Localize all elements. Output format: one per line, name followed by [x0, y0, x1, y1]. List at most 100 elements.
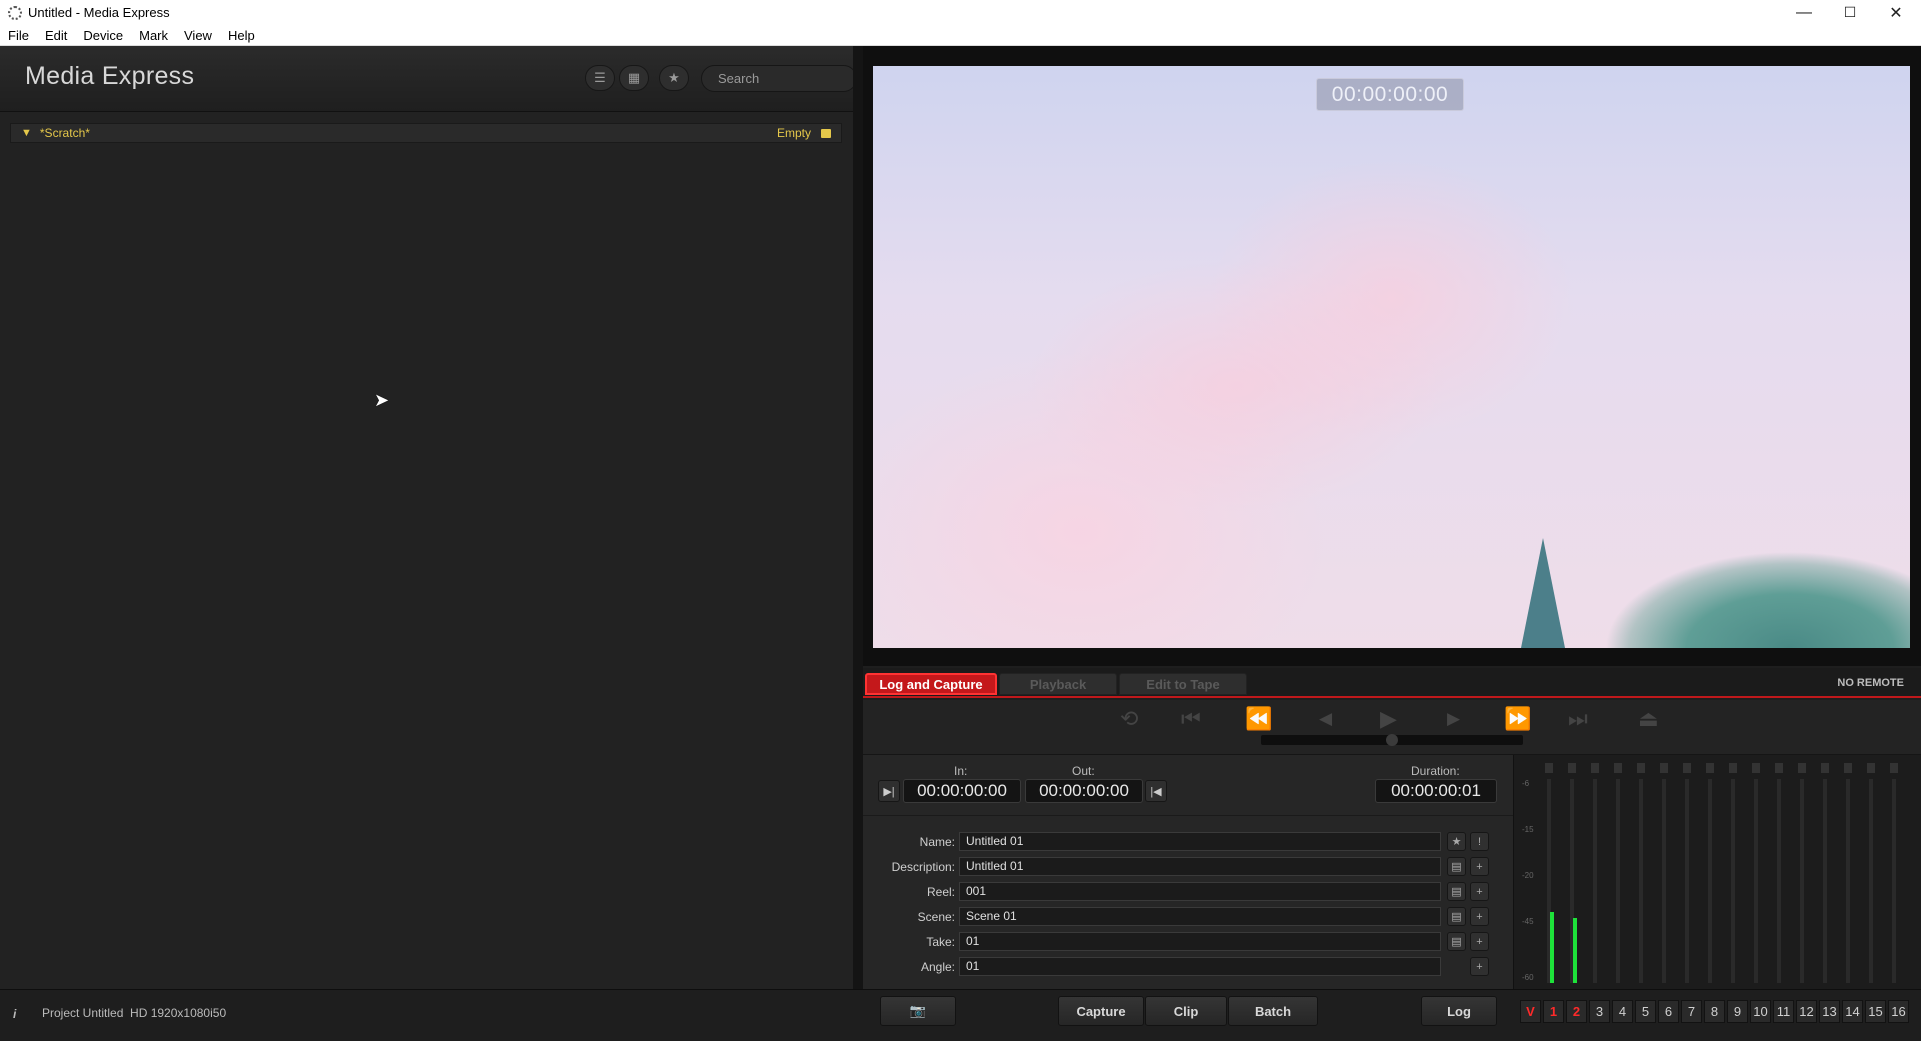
- meter-peak-cap: [1890, 763, 1898, 773]
- fast-forward-icon[interactable]: ⏩: [1504, 706, 1531, 732]
- loop-icon[interactable]: ⟲: [1120, 706, 1138, 732]
- in-timecode[interactable]: 00:00:00:00: [903, 779, 1021, 803]
- angle-label: Angle:: [920, 960, 955, 974]
- jog-shuttle-slider[interactable]: [1261, 734, 1523, 746]
- meter-peak-cap: [1844, 763, 1852, 773]
- take-label: Take:: [926, 935, 955, 949]
- channel-toggle-4[interactable]: 4: [1612, 1000, 1633, 1023]
- description-list-icon[interactable]: ▤: [1447, 857, 1466, 876]
- minimize-button[interactable]: —: [1781, 0, 1827, 25]
- channel-toggle-15[interactable]: 15: [1865, 1000, 1886, 1023]
- go-to-end-icon[interactable]: ⏭: [1568, 706, 1588, 732]
- take-list-icon[interactable]: ▤: [1447, 932, 1466, 951]
- meter-peak-cap: [1798, 763, 1806, 773]
- close-button[interactable]: ✕: [1873, 0, 1919, 25]
- panel-divider[interactable]: [853, 46, 863, 989]
- name-field[interactable]: Untitled 01: [959, 832, 1441, 851]
- meter-track: [1685, 779, 1689, 983]
- rewind-icon[interactable]: ⏪: [1245, 706, 1272, 732]
- title-bar: Untitled - Media Express — ☐ ✕: [0, 0, 1921, 25]
- menu-edit[interactable]: Edit: [37, 28, 75, 43]
- scene-field[interactable]: Scene 01: [959, 907, 1441, 926]
- in-label: In:: [954, 764, 968, 778]
- clip-button[interactable]: Clip: [1145, 996, 1227, 1026]
- channel-toggle-9[interactable]: 9: [1727, 1000, 1748, 1023]
- channel-toggle-7[interactable]: 7: [1681, 1000, 1702, 1023]
- meter-track: [1547, 779, 1554, 983]
- reel-field[interactable]: 001: [959, 882, 1441, 901]
- out-timecode[interactable]: 00:00:00:00: [1025, 779, 1143, 803]
- mark-out-icon[interactable]: |◀: [1145, 780, 1167, 802]
- meter-peak-cap: [1637, 763, 1645, 773]
- audio-meter-channel: [1659, 763, 1669, 983]
- play-icon[interactable]: ▶: [1380, 706, 1397, 732]
- bin-row-scratch[interactable]: ▼ *Scratch* Empty: [10, 123, 842, 143]
- eject-icon[interactable]: ⏏: [1638, 706, 1659, 732]
- scene-add-icon[interactable]: +: [1470, 907, 1489, 926]
- thumbnail-view-icon[interactable]: ▦: [619, 65, 649, 91]
- step-back-icon[interactable]: ◀: [1319, 709, 1332, 729]
- name-flag-icon[interactable]: !: [1470, 832, 1489, 851]
- tab-log-and-capture[interactable]: Log and Capture: [865, 673, 997, 695]
- channel-toggle-13[interactable]: 13: [1819, 1000, 1840, 1023]
- menu-help[interactable]: Help: [220, 28, 263, 43]
- media-browser-header: Media Express ☰ ▦ ★ Search: [0, 46, 857, 112]
- menu-file[interactable]: File: [0, 28, 37, 43]
- audio-meter-channel: [1889, 763, 1899, 983]
- step-forward-icon[interactable]: ▶: [1447, 709, 1460, 729]
- favorites-star-icon[interactable]: ★: [659, 65, 689, 91]
- angle-add-icon[interactable]: +: [1470, 957, 1489, 976]
- channel-toggle-11[interactable]: 11: [1773, 1000, 1794, 1023]
- log-button[interactable]: Log: [1421, 996, 1497, 1026]
- info-icon[interactable]: i: [13, 1007, 25, 1021]
- log-panel: In: ▶| 00:00:00:00 Out: 00:00:00:00 |◀ D…: [863, 755, 1513, 989]
- audio-meter-channel: [1820, 763, 1830, 983]
- tab-playback[interactable]: Playback: [999, 673, 1117, 695]
- meter-track: [1777, 779, 1781, 983]
- channel-toggle-14[interactable]: 14: [1842, 1000, 1863, 1023]
- disclosure-triangle-icon[interactable]: ▼: [21, 127, 32, 139]
- snapshot-camera-icon[interactable]: 📷: [880, 996, 956, 1026]
- channel-toggle-10[interactable]: 10: [1750, 1000, 1771, 1023]
- reel-label: Reel:: [926, 885, 955, 899]
- angle-field[interactable]: 01: [959, 957, 1441, 976]
- jog-knob[interactable]: [1386, 734, 1398, 746]
- channel-toggle-1[interactable]: 1: [1543, 1000, 1564, 1023]
- reel-add-icon[interactable]: +: [1470, 882, 1489, 901]
- capture-button[interactable]: Capture: [1058, 996, 1144, 1026]
- meter-track: [1593, 779, 1597, 983]
- name-favorite-star-icon[interactable]: ★: [1447, 832, 1466, 851]
- tab-edit-to-tape[interactable]: Edit to Tape: [1119, 673, 1247, 695]
- go-to-start-icon[interactable]: ⏮: [1181, 706, 1201, 732]
- meter-level: [1573, 917, 1577, 983]
- audio-meter-channel: [1705, 763, 1715, 983]
- take-field[interactable]: 01: [959, 932, 1441, 951]
- batch-button[interactable]: Batch: [1228, 996, 1318, 1026]
- channel-toggle-12[interactable]: 12: [1796, 1000, 1817, 1023]
- channel-toggle-6[interactable]: 6: [1658, 1000, 1679, 1023]
- mark-in-icon[interactable]: ▶|: [878, 780, 900, 802]
- menu-view[interactable]: View: [176, 28, 220, 43]
- reel-list-icon[interactable]: ▤: [1447, 882, 1466, 901]
- menu-device[interactable]: Device: [75, 28, 131, 43]
- description-field[interactable]: Untitled 01: [959, 857, 1441, 876]
- channel-toggle-16[interactable]: 16: [1888, 1000, 1909, 1023]
- audio-meter-channel: [1843, 763, 1853, 983]
- channel-toggle-5[interactable]: 5: [1635, 1000, 1656, 1023]
- take-add-icon[interactable]: +: [1470, 932, 1489, 951]
- search-input[interactable]: Search: [701, 65, 857, 92]
- meter-track: [1662, 779, 1666, 983]
- list-view-icon[interactable]: ☰: [585, 65, 615, 91]
- description-add-icon[interactable]: +: [1470, 857, 1489, 876]
- channel-toggle-8[interactable]: 8: [1704, 1000, 1725, 1023]
- meter-scale-label: -60: [1522, 973, 1534, 982]
- scene-list-icon[interactable]: ▤: [1447, 907, 1466, 926]
- meter-track: [1639, 779, 1643, 983]
- channel-toggle-3[interactable]: 3: [1589, 1000, 1610, 1023]
- meter-track: [1823, 779, 1827, 983]
- maximize-button[interactable]: ☐: [1827, 0, 1873, 25]
- channel-toggle-v[interactable]: V: [1520, 1000, 1541, 1023]
- menu-mark[interactable]: Mark: [131, 28, 176, 43]
- channel-toggle-2[interactable]: 2: [1566, 1000, 1587, 1023]
- meter-peak-cap: [1729, 763, 1737, 773]
